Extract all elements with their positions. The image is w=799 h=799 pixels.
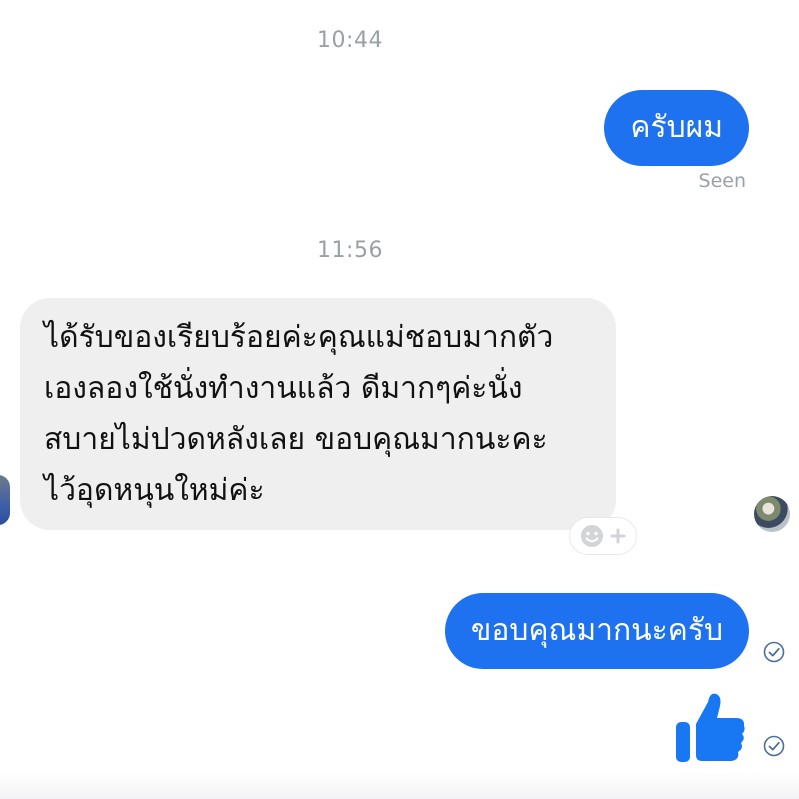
contact-avatar[interactable] bbox=[0, 475, 10, 525]
message-line: ไว้อุดหนุนใหม่ค่ะ bbox=[44, 473, 265, 508]
timestamp: 11:56 bbox=[317, 238, 383, 263]
outgoing-message-bubble[interactable]: ครับผม bbox=[604, 90, 749, 166]
message-text: ครับผม bbox=[630, 110, 723, 145]
message-line: สบายไม่ปวดหลังเลย ขอบคุณมากนะคะ bbox=[44, 422, 548, 457]
delivered-check-icon bbox=[763, 641, 785, 663]
thumbs-up-icon bbox=[676, 693, 745, 762]
add-reaction-button[interactable] bbox=[570, 518, 636, 554]
like-sticker[interactable] bbox=[672, 688, 748, 768]
message-line: เองลองใช้นั่งทำงานแล้ว ดีมากๆค่ะนั่ง bbox=[44, 371, 523, 406]
add-reaction-icon bbox=[581, 525, 626, 547]
message-line: ได้รับของเรียบร้อยค่ะคุณแม่ชอบมากตัว bbox=[44, 320, 554, 355]
message-text: ขอบคุณมากนะครับ bbox=[470, 613, 723, 648]
seen-status: Seen bbox=[698, 170, 746, 192]
composer-edge bbox=[0, 772, 799, 799]
read-receipt-avatar bbox=[754, 496, 790, 532]
incoming-message-bubble[interactable]: ได้รับของเรียบร้อยค่ะคุณแม่ชอบมากตัว เอง… bbox=[20, 298, 616, 530]
outgoing-message-bubble[interactable]: ขอบคุณมากนะครับ bbox=[444, 593, 749, 669]
timestamp: 10:44 bbox=[317, 28, 383, 53]
chat-thread: 10:44 ครับผม Seen 11:56 ได้รับของเรียบร้… bbox=[0, 0, 799, 799]
delivered-check-icon bbox=[763, 735, 785, 757]
